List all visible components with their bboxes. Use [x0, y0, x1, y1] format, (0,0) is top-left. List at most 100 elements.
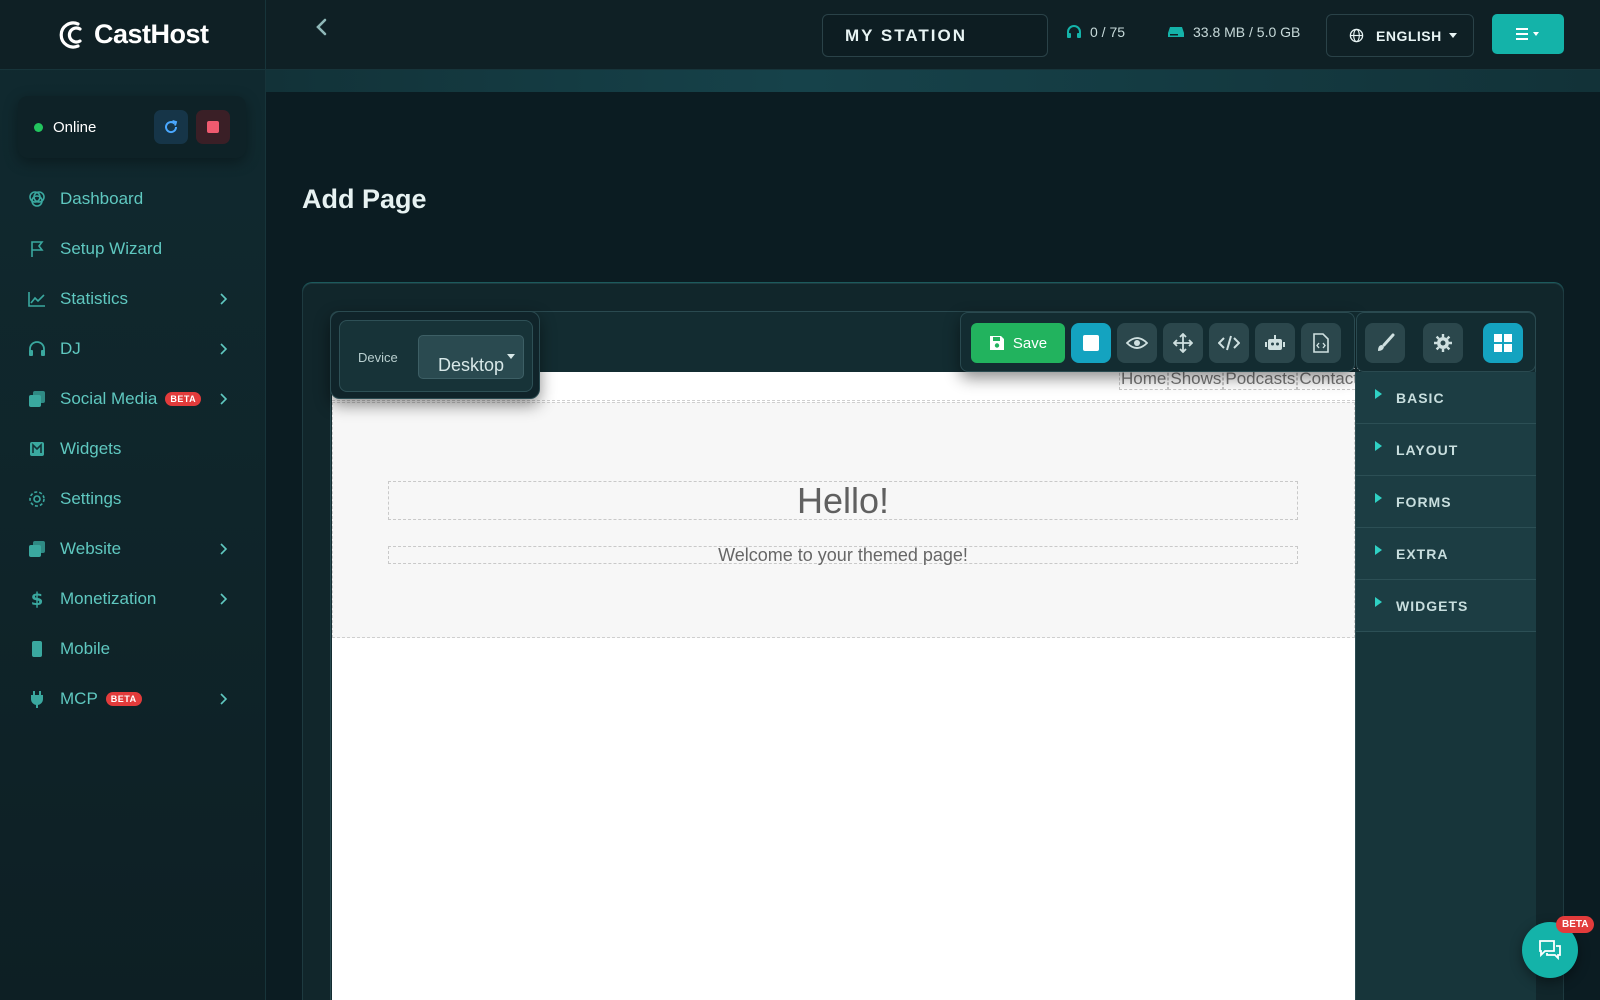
caret-down-icon	[1448, 32, 1457, 38]
canvas-hero-title[interactable]: Hello!	[388, 481, 1298, 520]
chevron-right-icon	[220, 343, 228, 355]
sidebar-item-dj[interactable]: DJ	[0, 324, 266, 374]
block-category-extra[interactable]: EXTRA	[1356, 528, 1536, 580]
collapse-sidebar-icon[interactable]	[312, 16, 332, 38]
language-label: ENGLISH	[1376, 27, 1442, 44]
blocks-panel: BASIC LAYOUT FORMS EXTRA WIDGETS	[1355, 372, 1536, 1000]
block-category-widgets[interactable]: WIDGETS	[1356, 580, 1536, 632]
chevron-right-icon	[220, 293, 228, 305]
beta-badge: BETA	[165, 392, 202, 406]
robot-icon	[1265, 335, 1285, 350]
station-status-card: Online	[18, 96, 246, 158]
sidebar-item-label: Settings	[60, 489, 122, 508]
listeners-value: 0 / 75	[1090, 24, 1126, 40]
block-category-label: BASIC	[1396, 389, 1445, 406]
device-label: Device	[358, 350, 398, 365]
file-code-icon	[1313, 333, 1329, 353]
block-category-label: EXTRA	[1396, 545, 1449, 562]
sidebar-item-label: Statistics	[60, 289, 129, 308]
block-category-forms[interactable]: FORMS	[1356, 476, 1536, 528]
sidebar-item-label: Dashboard	[60, 189, 144, 208]
block-category-layout[interactable]: LAYOUT	[1356, 424, 1536, 476]
device-select[interactable]: Desktop	[418, 335, 524, 379]
sidebar: CastHost Online Dashboard Setup Wizard S…	[0, 0, 266, 1000]
chat-icon	[1539, 940, 1561, 961]
import-code-button[interactable]	[1301, 323, 1341, 363]
block-category-basic[interactable]: BASIC	[1356, 372, 1536, 424]
brand[interactable]: CastHost	[0, 0, 265, 70]
move-button[interactable]	[1163, 323, 1203, 363]
chevron-right-icon	[220, 593, 228, 605]
style-manager-button[interactable]	[1365, 323, 1405, 363]
canvas-hero-subtitle[interactable]: Welcome to your themed page!	[388, 546, 1298, 564]
headphones-icon	[27, 339, 47, 359]
dashboard-icon	[27, 189, 47, 209]
globe-icon	[1349, 28, 1364, 43]
sidebar-item-social-media[interactable]: Social Media BETA	[0, 374, 266, 424]
chart-icon	[27, 289, 47, 309]
chevron-right-icon	[220, 693, 228, 705]
beta-badge: BETA	[105, 692, 142, 706]
sidebar-item-setup-wizard[interactable]: Setup Wizard	[0, 224, 266, 274]
code-view-button[interactable]	[1209, 323, 1249, 363]
sidebar-item-mcp[interactable]: MCP BETA	[0, 674, 266, 724]
stop-button[interactable]	[196, 110, 230, 144]
block-category-label: WIDGETS	[1396, 597, 1469, 614]
sidebar-item-label: Social Media	[60, 389, 158, 408]
caret-right-icon	[1375, 493, 1382, 503]
sidebar-item-label: MCP	[60, 689, 98, 708]
sidebar-item-dashboard[interactable]: Dashboard	[0, 174, 266, 224]
device-panel-inner: Device Desktop	[339, 320, 533, 392]
component-outline-button[interactable]	[1071, 323, 1111, 363]
ai-assistant-button[interactable]	[1255, 323, 1295, 363]
caret-right-icon	[1375, 597, 1382, 607]
sidebar-item-label: DJ	[60, 339, 81, 358]
restart-button[interactable]	[154, 110, 188, 144]
listeners-stat: 0 / 75	[1066, 24, 1125, 40]
menu-icon	[1516, 28, 1539, 40]
block-category-label: FORMS	[1396, 493, 1452, 510]
storage-value: 33.8 MB / 5.0 GB	[1193, 24, 1301, 40]
gear-icon	[1434, 334, 1452, 352]
grid-icon	[1494, 334, 1512, 352]
square-icon	[1083, 335, 1099, 351]
blocks-button[interactable]	[1483, 323, 1523, 363]
casthost-logo-icon	[59, 20, 82, 49]
sidebar-item-statistics[interactable]: Statistics	[0, 274, 266, 324]
eye-icon	[1126, 337, 1148, 349]
online-indicator	[34, 122, 43, 132]
chevron-right-icon	[220, 393, 228, 405]
caret-right-icon	[1375, 389, 1382, 399]
sidebar-item-mobile[interactable]: Mobile	[0, 624, 266, 674]
sidebar-item-label: Monetization	[60, 589, 157, 608]
sidebar-nav: Dashboard Setup Wizard Statistics DJ Soc…	[0, 174, 266, 724]
sidebar-item-settings[interactable]: Settings	[0, 474, 266, 524]
paintbrush-icon	[1378, 333, 1395, 351]
sidebar-item-website[interactable]: Website	[0, 524, 266, 574]
trait-settings-button[interactable]	[1423, 323, 1463, 363]
block-category-label: LAYOUT	[1396, 441, 1459, 458]
language-selector[interactable]: ENGLISH	[1326, 14, 1474, 57]
main-menu-button[interactable]	[1492, 14, 1564, 54]
storage-stat: 33.8 MB / 5.0 GB	[1167, 24, 1300, 40]
caret-right-icon	[1375, 545, 1382, 555]
save-label: Save	[1012, 334, 1048, 352]
sidebar-item-label: Setup Wizard	[60, 239, 163, 258]
sidebar-item-monetization[interactable]: $ Monetization	[0, 574, 266, 624]
preview-button[interactable]	[1117, 323, 1157, 363]
caret-right-icon	[1375, 441, 1382, 451]
sidebar-item-widgets[interactable]: Widgets	[0, 424, 266, 474]
panel-switcher	[1356, 312, 1536, 372]
code-icon	[1218, 335, 1240, 351]
chevron-right-icon	[220, 543, 228, 555]
refresh-icon	[165, 120, 178, 134]
website-icon	[27, 539, 47, 559]
device-value: Desktop	[438, 355, 505, 375]
social-icon	[27, 389, 47, 409]
save-button[interactable]: Save	[971, 323, 1065, 363]
move-arrows-icon	[1173, 333, 1193, 353]
station-name[interactable]: MY STATION	[822, 14, 1048, 57]
dollar-icon: $	[27, 589, 47, 609]
topbar: MY STATION 0 / 75 33.8 MB / 5.0 GB ENGLI…	[266, 0, 1600, 70]
brand-name: CastHost	[94, 19, 209, 49]
